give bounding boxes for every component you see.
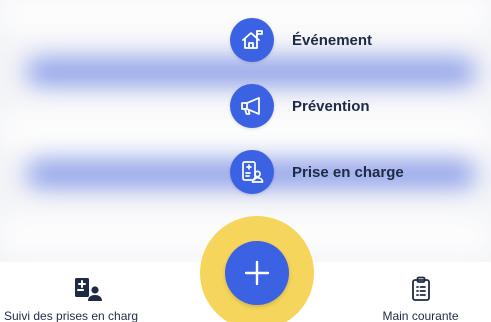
menu-item-label: Prise en charge	[292, 163, 404, 181]
patient-file-icon	[230, 150, 274, 194]
menu-item-prevention[interactable]: Prévention	[230, 84, 370, 128]
nav-item-label: Main courante	[382, 308, 459, 322]
megaphone-icon	[230, 84, 274, 128]
patient-tracking-icon	[71, 276, 105, 303]
plus-icon	[244, 260, 270, 286]
house-flag-icon	[230, 18, 274, 62]
nav-item-main-courante[interactable]: Main courante	[350, 262, 491, 322]
add-fab-button[interactable]	[225, 241, 289, 305]
blurred-list-item	[26, 58, 476, 86]
menu-item-label: Prévention	[292, 97, 370, 115]
nav-item-label: Suivi des prises en charg	[4, 308, 139, 322]
menu-item-label: Événement	[292, 31, 373, 49]
menu-item-prise-en-charge[interactable]: Prise en charge	[230, 150, 404, 194]
clipboard-list-icon	[410, 276, 432, 303]
nav-item-suivi-prises-en-charge[interactable]: Suivi des prises en charg	[0, 262, 175, 322]
menu-item-evenement[interactable]: Événement	[230, 18, 372, 62]
